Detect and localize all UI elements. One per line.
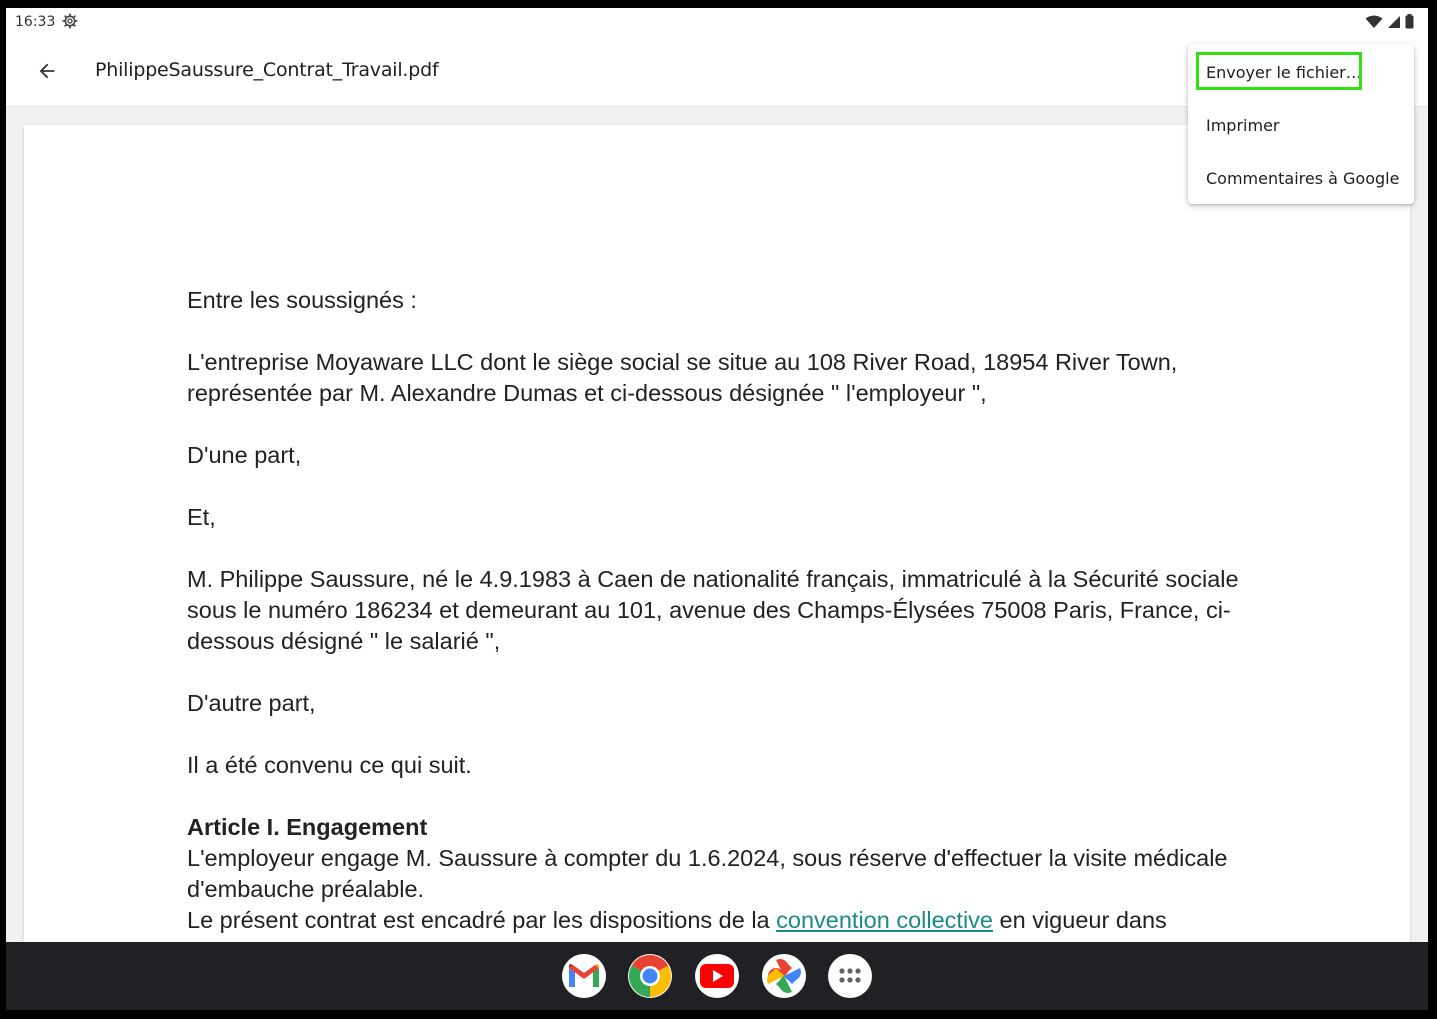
chrome-icon bbox=[628, 954, 672, 997]
battery-icon bbox=[1405, 14, 1414, 29]
taskbar-dock bbox=[6, 942, 1428, 1010]
gear-icon bbox=[62, 13, 78, 29]
photos-icon bbox=[767, 959, 801, 993]
menu-item-send-file[interactable]: Envoyer le fichier… bbox=[1188, 46, 1414, 98]
signal-icon bbox=[1388, 15, 1400, 28]
status-time: 16:33 bbox=[15, 14, 56, 30]
doc-paragraph: D'une part, bbox=[187, 442, 302, 468]
youtube-icon bbox=[700, 964, 734, 988]
document-page: Entre les soussignés : L'entreprise Moya… bbox=[24, 125, 1410, 1010]
gmail-app[interactable] bbox=[562, 954, 606, 998]
article-heading: Article I. Engagement bbox=[187, 814, 428, 840]
doc-paragraph: L'employeur engage M. Saussure à compter… bbox=[187, 845, 1228, 902]
status-icons bbox=[1365, 14, 1414, 29]
overflow-menu: Envoyer le fichier… Imprimer Commentaire… bbox=[1188, 44, 1414, 204]
document-body: Entre les soussignés : L'entreprise Moya… bbox=[187, 285, 1267, 936]
file-title: PhilippeSaussure_Contrat_Travail.pdf bbox=[95, 59, 439, 81]
menu-item-feedback[interactable]: Commentaires à Google bbox=[1188, 152, 1414, 204]
menu-item-print[interactable]: Imprimer bbox=[1188, 99, 1414, 151]
doc-paragraph: M. Philippe Saussure, né le 4.9.1983 à C… bbox=[187, 566, 1239, 654]
doc-paragraph: D'autre part, bbox=[187, 690, 316, 716]
doc-paragraph: L'entreprise Moyaware LLC dont le siège … bbox=[187, 349, 1178, 406]
doc-text: en vigueur dans bbox=[993, 907, 1167, 933]
chrome-app[interactable] bbox=[628, 954, 672, 998]
app-drawer-icon bbox=[839, 968, 861, 983]
youtube-app[interactable] bbox=[695, 954, 739, 998]
wifi-icon bbox=[1365, 15, 1383, 28]
doc-paragraph: Il a été convenu ce qui suit. bbox=[187, 752, 472, 778]
doc-paragraph-with-link: Le présent contrat est encadré par les d… bbox=[187, 905, 1267, 936]
doc-paragraph: Entre les soussignés : bbox=[187, 287, 417, 313]
back-button[interactable] bbox=[32, 56, 62, 86]
doc-text: Le présent contrat est encadré par les d… bbox=[187, 907, 777, 933]
convention-collective-link[interactable]: convention collective bbox=[776, 907, 993, 933]
app-drawer-button[interactable] bbox=[828, 954, 872, 998]
photos-app[interactable] bbox=[762, 954, 806, 998]
document-viewer[interactable]: Entre les soussignés : L'entreprise Moya… bbox=[6, 107, 1428, 1010]
doc-paragraph: Et, bbox=[187, 504, 216, 530]
status-bar: 16:33 bbox=[6, 8, 1428, 38]
arrow-back-icon bbox=[39, 63, 55, 79]
screen: 16:33 PhilippeSaussure_Contrat_Travail.p… bbox=[6, 8, 1428, 1010]
gmail-icon bbox=[569, 964, 599, 987]
